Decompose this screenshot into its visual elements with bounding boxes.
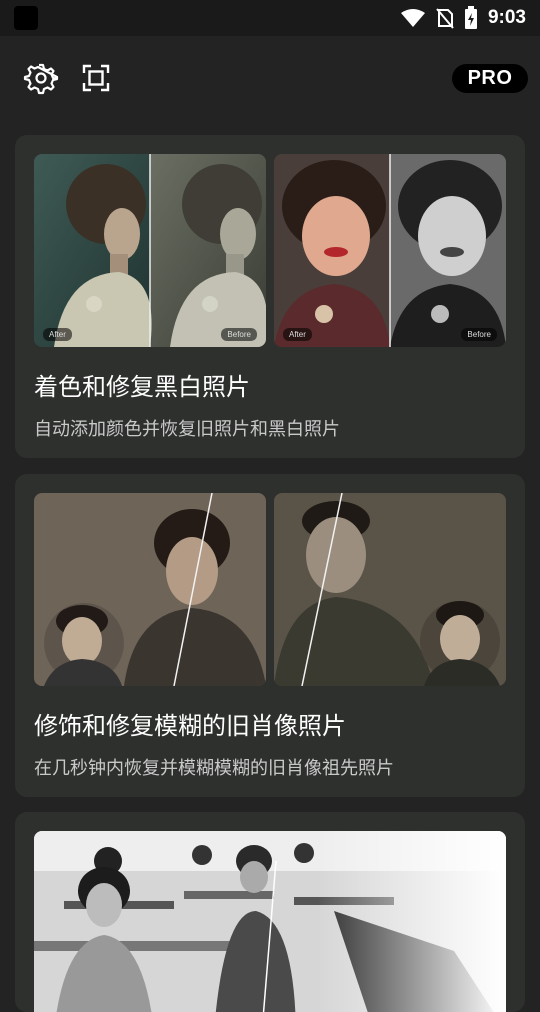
classroom-image [34, 831, 506, 1012]
pro-badge[interactable]: PRO [452, 64, 528, 93]
after-label: After [43, 328, 72, 341]
settings-button[interactable] [23, 60, 59, 96]
after-label: After [283, 328, 312, 341]
status-time: 9:03 [487, 7, 526, 28]
feature-card-colorize[interactable]: After Before After Before 着色和修复黑白照片 自动添加… [15, 135, 525, 458]
status-icons: 9:03 [400, 0, 526, 36]
feature-card-classroom[interactable] [15, 812, 525, 1012]
before-label: Before [221, 328, 257, 341]
before-after-photo [34, 493, 266, 686]
before-after-photo [274, 493, 506, 686]
status-bar: 9:03 [0, 0, 540, 36]
gear-icon [23, 63, 59, 95]
classroom-photo [34, 831, 506, 1012]
scan-icon [82, 64, 110, 92]
before-after-photo: After Before [274, 154, 506, 347]
before-after-photo: After Before [34, 154, 266, 347]
old-portrait-soldier-image [274, 493, 506, 686]
feature-card-retouch[interactable]: 修饰和修复模糊的旧肖像照片 在几秒钟内恢复并模糊模糊的旧肖像祖先照片 [15, 474, 525, 797]
old-portrait-woman-image [34, 493, 266, 686]
card-description: 自动添加颜色并恢复旧照片和黑白照片 [34, 419, 340, 440]
card-title: 着色和修复黑白照片 [34, 373, 250, 401]
scan-button[interactable] [78, 60, 114, 96]
card-title: 修饰和修复模糊的旧肖像照片 [34, 712, 346, 740]
vintage-woman-portrait-image [274, 154, 506, 347]
before-label: Before [461, 328, 497, 341]
battery-icon [464, 6, 477, 29]
wifi-icon [400, 9, 425, 27]
card-description: 在几秒钟内恢复并模糊模糊的旧肖像祖先照片 [34, 758, 394, 779]
app-icon [14, 6, 38, 30]
victorian-portrait-image [34, 154, 266, 347]
no-sim-icon [436, 8, 454, 29]
